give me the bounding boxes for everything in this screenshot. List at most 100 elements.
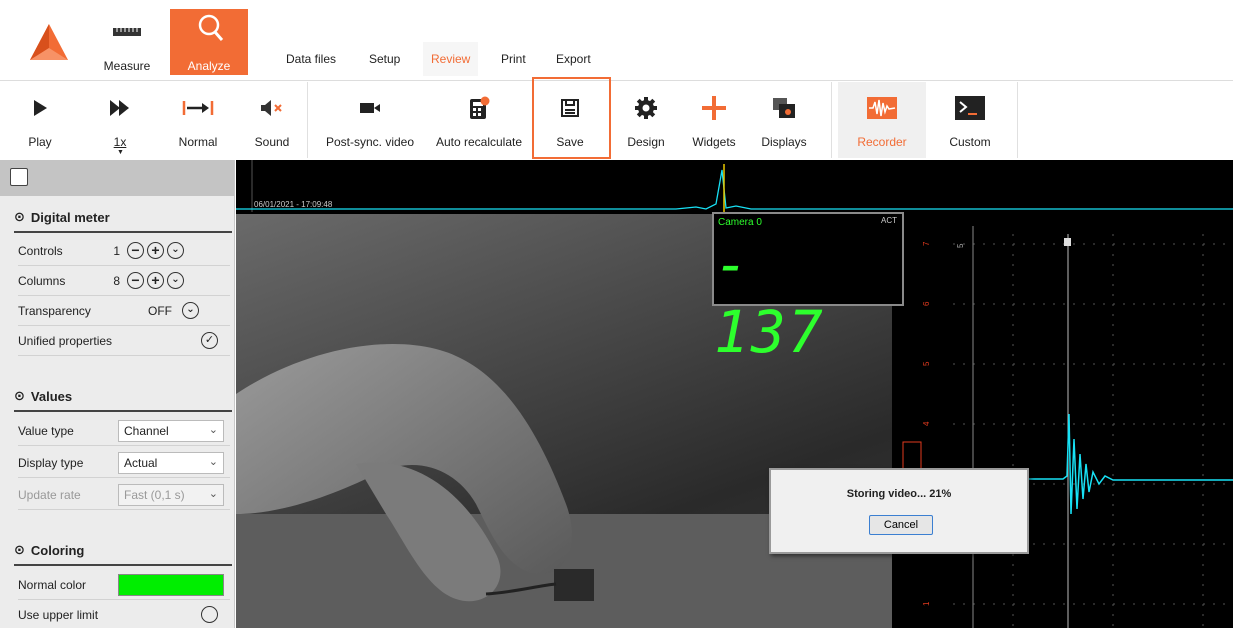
- sound-button[interactable]: Sound: [242, 82, 302, 158]
- design-label: Design: [627, 135, 665, 149]
- plus-icon: [697, 91, 731, 125]
- display-type-value: Actual: [124, 455, 158, 470]
- chevron-down-icon: ⌄: [208, 423, 218, 436]
- dropdown-chevron-icon: ▼: [117, 149, 124, 156]
- displays-icon: [767, 91, 801, 125]
- values-section-header[interactable]: ⊙ Values: [14, 388, 72, 404]
- transparency-row: Transparency OFF ⌄: [18, 296, 230, 326]
- update-rate-label: Update rate: [18, 487, 81, 502]
- tab-review[interactable]: Review: [423, 42, 479, 76]
- plus-circle-icon[interactable]: +: [147, 272, 164, 289]
- tab-export[interactable]: Export: [548, 42, 599, 76]
- ruler-icon: [113, 28, 141, 36]
- signal-plot: 7 6 5 4 1 5: [893, 226, 1233, 628]
- timeline-signal: [236, 160, 1233, 212]
- collapse-panel-icon[interactable]: [10, 168, 28, 186]
- coloring-section-header[interactable]: ⊙ Coloring: [14, 542, 84, 558]
- auto-recalculate-label: Auto recalculate: [435, 135, 523, 149]
- speed-label: 1x: [113, 135, 127, 149]
- properties-panel: ⊙ Digital meter Controls 1 − + ⌄ Columns…: [0, 160, 235, 628]
- widgets-button[interactable]: Widgets: [682, 82, 746, 158]
- tab-setup[interactable]: Setup: [361, 42, 408, 76]
- sound-label: Sound: [254, 135, 290, 149]
- speed-button[interactable]: 1x ▼: [90, 82, 150, 158]
- play-icon: [23, 91, 57, 125]
- meter-value: - 137: [714, 230, 825, 366]
- storing-video-dialog: Storing video... 21% Cancel: [769, 468, 1029, 554]
- minus-icon[interactable]: −: [127, 272, 144, 289]
- collapse-chevron-icon: ⊙: [14, 542, 25, 557]
- design-button[interactable]: Design: [614, 82, 678, 158]
- save-highlight: [532, 77, 611, 159]
- displays-label: Displays: [761, 135, 807, 149]
- chevron-down-icon: ⌄: [208, 455, 218, 468]
- overview-timeline[interactable]: 06/01/2021 - 17:09:48: [236, 160, 1233, 212]
- measure-mode-button[interactable]: Measure: [88, 9, 166, 75]
- speaker-mute-icon: [255, 91, 289, 125]
- display-type-label: Display type: [18, 455, 84, 470]
- chevron-down-icon[interactable]: ⌄: [167, 242, 184, 259]
- value-type-value: Channel: [124, 423, 169, 438]
- svg-text:5: 5: [922, 361, 931, 366]
- normal-color-row: Normal color: [18, 570, 230, 600]
- unified-properties-row: Unified properties ✓: [18, 326, 230, 356]
- terminal-icon: [953, 91, 987, 125]
- digital-meter-section-header[interactable]: ⊙ Digital meter: [14, 209, 110, 225]
- display-type-select[interactable]: Actual ⌄: [118, 451, 224, 474]
- analyze-mode-button[interactable]: Analyze: [170, 9, 248, 75]
- minus-icon[interactable]: −: [127, 242, 144, 259]
- recorder-button[interactable]: Recorder: [838, 82, 926, 158]
- toolbar: Play 1x ▼ Normal Sound Post-sync. video: [0, 80, 1233, 158]
- chevron-down-icon: ⌄: [208, 487, 218, 500]
- checkmark-icon[interactable]: ✓: [201, 332, 218, 349]
- ribbon: Measure Analyze Data files Setup Review …: [0, 0, 1233, 160]
- displays-button[interactable]: Displays: [752, 82, 816, 158]
- controls-label: Controls: [18, 243, 63, 258]
- views-group: Recorder Custom: [836, 82, 1018, 158]
- post-sync-video-button[interactable]: Post-sync. video: [314, 82, 426, 158]
- columns-value: 8: [113, 273, 120, 288]
- transparency-value: OFF: [148, 303, 172, 318]
- chevron-down-icon[interactable]: ⌄: [182, 302, 199, 319]
- main-view: 06/01/2021 - 17:09:48 7 6 5 4 1 5 Camera…: [236, 160, 1233, 628]
- divider: [14, 410, 232, 412]
- normal-color-label: Normal color: [18, 577, 87, 592]
- controls-row: Controls 1 − + ⌄: [18, 236, 230, 266]
- meter-status: ACT: [881, 216, 897, 225]
- value-type-row: Value type Channel ⌄: [18, 416, 230, 446]
- columns-label: Columns: [18, 273, 66, 288]
- recorder-label: Recorder: [857, 135, 907, 149]
- coloring-title: Coloring: [30, 542, 85, 558]
- divider: [14, 564, 232, 566]
- normal-button[interactable]: Normal: [168, 82, 228, 158]
- magnifier-icon: [198, 14, 224, 41]
- chevron-down-icon[interactable]: ⌄: [167, 272, 184, 289]
- svg-text:1: 1: [922, 601, 931, 606]
- normal-color-swatch[interactable]: [118, 573, 224, 596]
- tab-data-files[interactable]: Data files: [278, 42, 344, 76]
- auto-recalculate-button[interactable]: Auto recalculate: [426, 82, 532, 158]
- digital-meter-title: Digital meter: [30, 209, 110, 225]
- panel-header: [0, 160, 234, 196]
- dialog-message: Storing video... 21%: [846, 488, 952, 500]
- meter-channel-label: Camera 0: [718, 217, 762, 228]
- value-type-select[interactable]: Channel ⌄: [118, 419, 224, 442]
- divider: [14, 231, 232, 233]
- signal-graph[interactable]: 7 6 5 4 1 5: [893, 214, 1233, 628]
- radio-toggle[interactable]: [201, 606, 218, 623]
- plus-circle-icon[interactable]: +: [147, 242, 164, 259]
- cancel-button[interactable]: Cancel: [869, 515, 933, 535]
- jump-icon: [181, 91, 215, 125]
- widgets-label: Widgets: [692, 135, 736, 149]
- unified-properties-label: Unified properties: [18, 333, 113, 348]
- tab-print[interactable]: Print: [493, 42, 534, 76]
- values-title: Values: [30, 388, 73, 404]
- custom-label: Custom: [949, 135, 991, 149]
- columns-row: Columns 8 − + ⌄: [18, 266, 230, 296]
- custom-button[interactable]: Custom: [930, 82, 1010, 158]
- digital-meter-widget[interactable]: Camera 0 ACT - 137: [712, 212, 904, 366]
- transparency-label: Transparency: [18, 303, 91, 318]
- play-label: Play: [28, 135, 52, 149]
- play-button[interactable]: Play: [10, 82, 70, 158]
- update-rate-value: Fast (0,1 s): [124, 487, 185, 502]
